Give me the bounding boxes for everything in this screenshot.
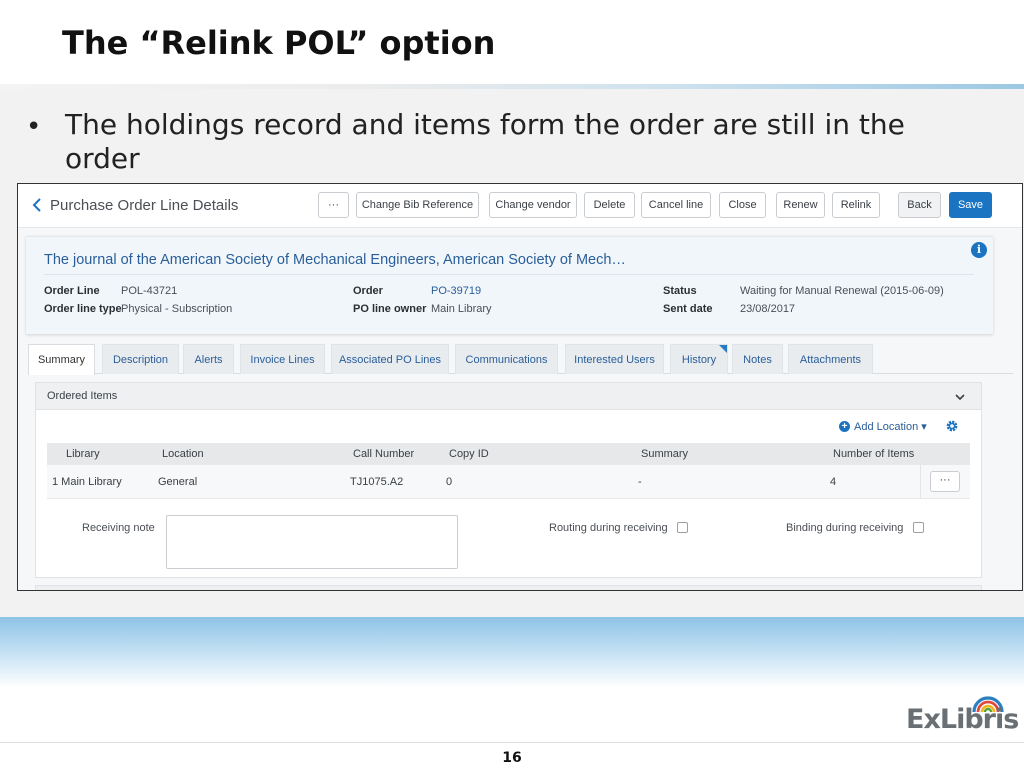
back-button[interactable]: Back: [898, 192, 941, 218]
add-location-button[interactable]: + Add Location ▾: [839, 420, 927, 433]
pol-summary-card: The journal of the American Society of M…: [26, 236, 993, 334]
page-title: Purchase Order Line Details: [50, 197, 239, 214]
change-bib-reference-button[interactable]: Change Bib Reference: [356, 192, 479, 218]
cell-location: General: [158, 476, 198, 488]
tab-description[interactable]: Description: [102, 344, 179, 374]
tab-alerts[interactable]: Alerts: [183, 344, 234, 374]
po-line-owner-label: PO line owner: [353, 303, 427, 315]
plus-circle-icon: +: [839, 421, 850, 432]
more-actions-button[interactable]: ···: [318, 192, 349, 218]
row-actions-button[interactable]: ···: [930, 471, 960, 492]
cell-summary: -: [638, 476, 642, 488]
sent-date-value: 23/08/2017: [740, 303, 796, 315]
bullet-text: The holdings record and items form the o…: [65, 108, 905, 175]
order-link[interactable]: PO-39719: [431, 285, 481, 297]
tab-bar: Summary Description Alerts Invoice Lines…: [28, 344, 1013, 375]
chevron-left-icon[interactable]: [27, 195, 47, 215]
ordered-items-title: Ordered Items: [47, 390, 118, 402]
close-button[interactable]: Close: [719, 192, 766, 218]
page-header: Purchase Order Line Details ··· Change B…: [18, 184, 1022, 228]
chevron-down-icon[interactable]: [954, 391, 966, 403]
delete-button[interactable]: Delete: [584, 192, 635, 218]
tab-summary[interactable]: Summary: [28, 344, 95, 375]
table-row[interactable]: 1 Main Library General TJ1075.A2 0 - 4 ·…: [47, 465, 970, 499]
tab-associated-po-lines[interactable]: Associated PO Lines: [331, 344, 449, 374]
page-number: 16: [502, 750, 522, 766]
col-library[interactable]: Library: [66, 448, 100, 460]
tab-notes[interactable]: Notes: [732, 344, 783, 374]
po-line-owner-value: Main Library: [431, 303, 492, 315]
items-table-header: Library Location Call Number Copy ID Sum…: [47, 443, 970, 465]
pol-details-screenshot: Purchase Order Line Details ··· Change B…: [17, 183, 1023, 591]
slide-title: The “Relink POL” option: [62, 24, 496, 62]
change-vendor-button[interactable]: Change vendor: [489, 192, 577, 218]
order-line-type-value: Physical - Subscription: [121, 303, 233, 315]
status-label: Status: [663, 285, 697, 297]
col-summary[interactable]: Summary: [641, 448, 688, 460]
add-location-label: Add Location ▾: [854, 421, 927, 433]
divider: [44, 274, 974, 275]
tab-attachments[interactable]: Attachments: [788, 344, 873, 374]
tab-interested-users[interactable]: Interested Users: [565, 344, 664, 374]
col-location[interactable]: Location: [162, 448, 204, 460]
binding-label: Binding during receiving: [786, 522, 904, 534]
slide: The “Relink POL” option • The holdings r…: [0, 0, 1024, 768]
gear-icon[interactable]: [945, 419, 959, 433]
tab-history-label: History: [681, 353, 717, 366]
sent-date-label: Sent date: [663, 303, 713, 315]
divider: [920, 465, 921, 499]
cancel-line-button[interactable]: Cancel line: [641, 192, 711, 218]
routing-checkbox[interactable]: [677, 522, 688, 533]
flag-corner-icon: [719, 345, 727, 353]
relink-button[interactable]: Relink: [832, 192, 880, 218]
footer-band: [0, 617, 1024, 687]
receiving-note-label: Receiving note: [82, 522, 155, 534]
save-button[interactable]: Save: [949, 192, 992, 218]
cell-number-of-items: 4: [830, 476, 837, 488]
ordered-items-panel: Ordered Items + Add Location ▾ Library L…: [35, 382, 982, 578]
tab-communications[interactable]: Communications: [455, 344, 558, 374]
info-icon[interactable]: i: [971, 242, 987, 258]
order-line-type-label: Order line type: [44, 303, 122, 315]
cell-library: 1 Main Library: [52, 476, 122, 488]
exlibris-logo: ExLibris: [906, 692, 1019, 742]
order-line-value: POL-43721: [121, 285, 178, 297]
divider: [0, 742, 1024, 743]
renew-button[interactable]: Renew: [776, 192, 825, 218]
col-call-number[interactable]: Call Number: [353, 448, 414, 460]
cell-call-number: TJ1075.A2: [350, 476, 404, 488]
order-line-label: Order Line: [44, 285, 100, 297]
order-label: Order: [353, 285, 383, 297]
title-link[interactable]: The journal of the American Society of M…: [44, 252, 626, 268]
binding-checkbox[interactable]: [913, 522, 924, 533]
tab-invoice-lines[interactable]: Invoice Lines: [240, 344, 325, 374]
col-number-of-items[interactable]: Number of Items: [833, 448, 914, 460]
ordered-items-header[interactable]: Ordered Items: [36, 383, 981, 410]
tab-history[interactable]: History: [670, 344, 728, 374]
col-copy-id[interactable]: Copy ID: [449, 448, 489, 460]
next-panel-edge: [35, 585, 982, 590]
cell-copy-id: 0: [446, 476, 453, 488]
bullet-marker: •: [26, 112, 42, 142]
status-value: Waiting for Manual Renewal (2015-06-09): [740, 285, 944, 297]
routing-label: Routing during receiving: [549, 522, 668, 534]
receiving-note-field[interactable]: [166, 515, 458, 569]
logo-wordmark: ExLibris: [906, 704, 1019, 735]
